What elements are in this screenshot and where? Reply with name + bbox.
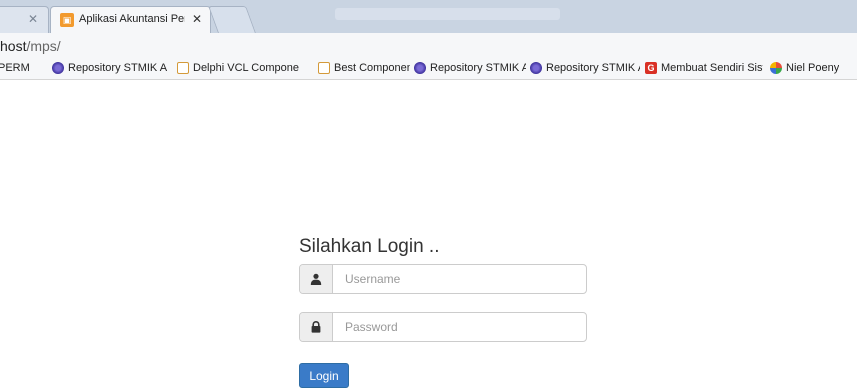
- address-bar[interactable]: host/mps/: [0, 33, 857, 58]
- app-favicon-icon: ▣: [60, 13, 74, 27]
- bookmark-item[interactable]: Best Components Unt: [318, 60, 410, 76]
- url-text[interactable]: host/mps/: [0, 38, 61, 54]
- bookmark-label: Delphi VCL Compone: [193, 62, 299, 74]
- bookmark-label: Repository STMIK AM: [68, 62, 167, 74]
- bookmark-label: Niel Poeny: [786, 62, 840, 74]
- bookmark-item[interactable]: Repository STMIK AM: [52, 60, 167, 76]
- g-icon: G: [645, 62, 657, 74]
- bookmark-label: PERM: [0, 62, 30, 74]
- tab-previous[interactable]: ✕: [0, 6, 49, 33]
- bookmark-label: Repository STMIK AM: [430, 62, 526, 74]
- bookmark-item[interactable]: Repository STMIK AM: [530, 60, 640, 76]
- close-icon[interactable]: ✕: [192, 12, 202, 26]
- bookmark-item[interactable]: Repository STMIK AM: [414, 60, 526, 76]
- bookmark-item[interactable]: Delphi VCL Compone: [177, 60, 314, 76]
- repository-icon: [52, 62, 64, 74]
- window-title-blurred: [335, 8, 560, 20]
- bookmark-label: Best Components Unt: [334, 62, 410, 74]
- bookmark-item[interactable]: PERM: [0, 60, 46, 76]
- url-host: host: [0, 38, 27, 54]
- repository-icon: [530, 62, 542, 74]
- password-group: [299, 312, 587, 342]
- tab-active[interactable]: ▣ Aplikasi Akuntansi Perhitu ✕: [50, 6, 211, 33]
- components-icon: [318, 62, 330, 74]
- bookmark-item[interactable]: G Membuat Sendiri Sist: [645, 60, 763, 76]
- user-icon: [300, 265, 333, 293]
- bookmark-item[interactable]: Niel Poeny: [770, 60, 857, 76]
- close-icon[interactable]: ✕: [28, 12, 38, 26]
- components-icon: [177, 62, 189, 74]
- tab-title: Aplikasi Akuntansi Perhitu: [79, 13, 185, 25]
- new-tab-button[interactable]: [208, 6, 256, 33]
- password-field[interactable]: [333, 313, 586, 341]
- page-title: Silahkan Login ..: [299, 236, 440, 257]
- colorful-icon: [770, 62, 782, 74]
- browser-tab-strip: ✕ ▣ Aplikasi Akuntansi Perhitu ✕: [0, 0, 857, 33]
- url-path: /mps/: [26, 38, 61, 54]
- login-button[interactable]: Login: [299, 363, 349, 388]
- repository-icon: [414, 62, 426, 74]
- bookmark-label: Membuat Sendiri Sist: [661, 62, 763, 74]
- lock-icon: [300, 313, 333, 341]
- username-group: [299, 264, 587, 294]
- username-field[interactable]: [333, 265, 586, 293]
- bookmarks-bar: PERM Repository STMIK AM Delphi VCL Comp…: [0, 57, 857, 80]
- bookmark-label: Repository STMIK AM: [546, 62, 640, 74]
